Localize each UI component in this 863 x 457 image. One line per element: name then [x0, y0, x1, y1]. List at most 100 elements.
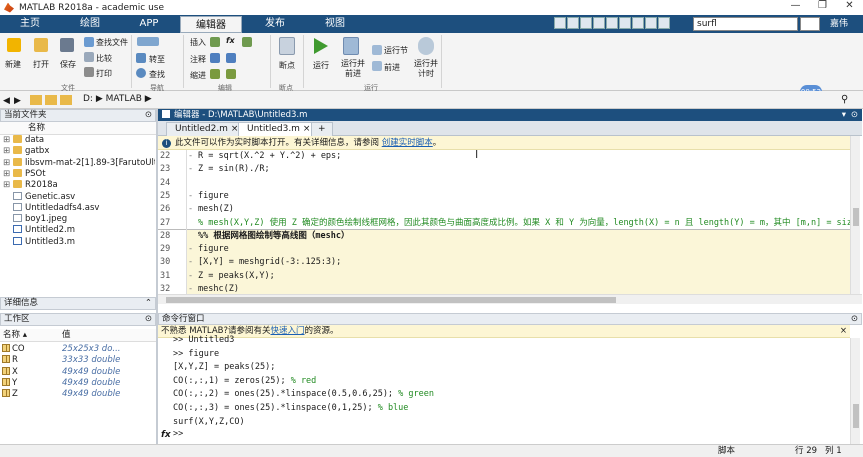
expand-icon[interactable]: ⊞: [3, 169, 13, 180]
file-list-item[interactable]: boy1.jpeg: [3, 214, 155, 225]
quick-start-link[interactable]: 快速入门: [270, 326, 304, 336]
insert-button[interactable]: 插入: [190, 37, 206, 48]
workspace-variable[interactable]: Y 49x49 double: [2, 377, 120, 389]
breakpoint-marker[interactable]: -: [188, 256, 193, 270]
file-list-item[interactable]: ⊞ libsvm-mat-2[1].89-3[FarutoUlti...: [3, 157, 155, 169]
breakpoints-button[interactable]: 断点: [279, 60, 295, 71]
code-line[interactable]: 31- Z = peaks(X,Y);: [158, 269, 850, 284]
run-advance-button[interactable]: 运行并 前进: [341, 59, 365, 79]
breakpoint-marker[interactable]: -: [188, 243, 193, 257]
code-line[interactable]: 22 - R = sqrt(X.^2 + Y.^2) + eps;: [158, 150, 850, 164]
workspace-variable[interactable]: CO 25x25x3 do...: [2, 344, 121, 355]
undo-icon[interactable]: [606, 17, 618, 29]
save-button[interactable]: 保存: [60, 59, 76, 70]
code-line[interactable]: 28 %% 根据网格图绘制等高线图（meshc）: [158, 229, 850, 244]
dropdown-icon[interactable]: [658, 17, 670, 29]
workspace-variable[interactable]: R 33x33 double: [2, 355, 120, 366]
search-documentation-input[interactable]: surfl: [693, 17, 798, 31]
workspace-variable[interactable]: Z 49x49 double: [2, 389, 120, 400]
tab-plots[interactable]: 绘图: [60, 15, 120, 33]
close-notice-icon[interactable]: ×: [840, 325, 847, 338]
tab-home[interactable]: 主页: [0, 15, 60, 33]
back-forward-icon[interactable]: [137, 37, 159, 46]
maximize-button[interactable]: ❐: [809, 0, 836, 11]
name-column-header[interactable]: 名称: [0, 122, 156, 135]
expand-icon[interactable]: ⊞: [3, 135, 13, 146]
editor-horizontal-scrollbar[interactable]: [158, 294, 862, 304]
details-header[interactable]: 详细信息 ⌃: [0, 297, 156, 310]
panel-menu-icon[interactable]: ⊙: [145, 110, 152, 121]
close-button[interactable]: ✕: [836, 0, 863, 11]
code-line[interactable]: 24: [158, 177, 850, 191]
code-line[interactable]: 30- [X,Y] = meshgrid(-3:.125:3);: [158, 256, 850, 270]
file-list-item[interactable]: Genetic.asv: [3, 191, 155, 203]
switch-windows-icon[interactable]: [632, 17, 644, 29]
panel-menu-icon[interactable]: ⊙: [145, 314, 152, 325]
goto-button[interactable]: 转至: [149, 54, 165, 65]
forward-arrow-icon[interactable]: ▶: [14, 96, 21, 106]
tab-publish[interactable]: 发布: [244, 15, 306, 33]
browse-folder-icon[interactable]: [45, 95, 57, 105]
add-tab-button[interactable]: +: [311, 122, 333, 136]
run-time-button[interactable]: 运行并 计时: [414, 59, 438, 79]
cut-icon[interactable]: [567, 17, 579, 29]
command-scrollbar[interactable]: [850, 338, 860, 444]
file-list-item[interactable]: Untitled2.m: [3, 225, 155, 236]
expand-icon[interactable]: ⊞: [3, 146, 13, 157]
panel-menu-icon[interactable]: ⊙: [851, 314, 858, 324]
up-folder-icon[interactable]: [30, 95, 42, 105]
copy-icon[interactable]: [580, 17, 592, 29]
comment-button[interactable]: 注释: [190, 54, 206, 65]
file-list-item[interactable]: ⊞ gatbx: [3, 146, 155, 157]
editor-scrollbar[interactable]: [850, 136, 860, 294]
find-files-button[interactable]: 查找文件: [96, 37, 128, 48]
code-line[interactable]: 23 - Z = sin(R)./R;: [158, 163, 850, 177]
search-folder-icon[interactable]: ⚲: [841, 94, 848, 105]
breakpoint-marker[interactable]: -: [188, 203, 193, 217]
path-drive[interactable]: D: ▶ MATLAB ▶: [83, 94, 152, 104]
help-icon[interactable]: [645, 17, 657, 29]
breakpoint-marker[interactable]: -: [188, 190, 193, 204]
print-button[interactable]: 打印: [96, 68, 112, 79]
code-line[interactable]: 25 - figure: [158, 190, 850, 204]
breakpoint-marker[interactable]: -: [188, 163, 193, 177]
file-list-item[interactable]: ⊞ R2018a: [3, 180, 155, 191]
new-button[interactable]: 新建: [5, 59, 21, 70]
compare-button[interactable]: 比较: [96, 53, 112, 64]
back-arrow-icon[interactable]: ◀: [3, 96, 10, 106]
expand-icon[interactable]: ⊞: [3, 180, 13, 191]
workspace-variable[interactable]: X 49x49 double: [2, 366, 120, 378]
workspace-column-header[interactable]: 名称 ▴ 值: [0, 329, 156, 342]
code-line[interactable]: 29- figure: [158, 243, 850, 257]
command-prompt[interactable]: >>: [173, 428, 183, 442]
breakpoint-marker[interactable]: -: [188, 150, 193, 164]
redo-icon[interactable]: [619, 17, 631, 29]
tab-apps[interactable]: APP: [120, 15, 178, 33]
path-folder[interactable]: MATLAB: [106, 94, 142, 104]
maximize-panel-icon[interactable]: ▾: [842, 109, 846, 121]
tab-editor[interactable]: 编辑器: [180, 16, 242, 33]
insert-function-icon[interactable]: [242, 37, 252, 47]
user-account[interactable]: 嘉伟: [830, 16, 848, 32]
code-line[interactable]: 26 - mesh(Z): [158, 203, 850, 217]
find-button[interactable]: 查找: [149, 69, 165, 80]
expand-icon[interactable]: ⊞: [3, 158, 13, 169]
open-button[interactable]: 打开: [33, 59, 49, 70]
file-list-item[interactable]: ⊞ data: [3, 135, 155, 146]
file-list-item[interactable]: Untitled3.m: [3, 236, 155, 248]
tab-untitled3[interactable]: Untitled3.m ×: [238, 122, 320, 136]
panel-menu-icon[interactable]: ⊙: [851, 109, 858, 121]
code-editor[interactable]: 22- R = sqrt(X.^2 + Y.^2) + eps; 23- Z = si…: [158, 150, 850, 297]
create-live-script-link[interactable]: 创建实时脚本: [382, 138, 433, 148]
uncomment-icon[interactable]: [226, 53, 236, 63]
decrease-indent-icon[interactable]: [226, 69, 236, 79]
breakpoint-marker[interactable]: -: [188, 270, 193, 284]
file-list-item[interactable]: Untitledadfs4.asv: [3, 202, 155, 214]
function-browser-icon[interactable]: fx: [161, 430, 171, 440]
tab-untitled2[interactable]: Untitled2.m ×: [166, 122, 248, 136]
tab-view[interactable]: 视图: [306, 15, 364, 33]
file-list-item[interactable]: ⊞ PSOt: [3, 168, 155, 180]
save-icon[interactable]: [554, 17, 566, 29]
minimize-button[interactable]: —: [782, 0, 809, 11]
run-button[interactable]: 运行: [313, 60, 329, 71]
